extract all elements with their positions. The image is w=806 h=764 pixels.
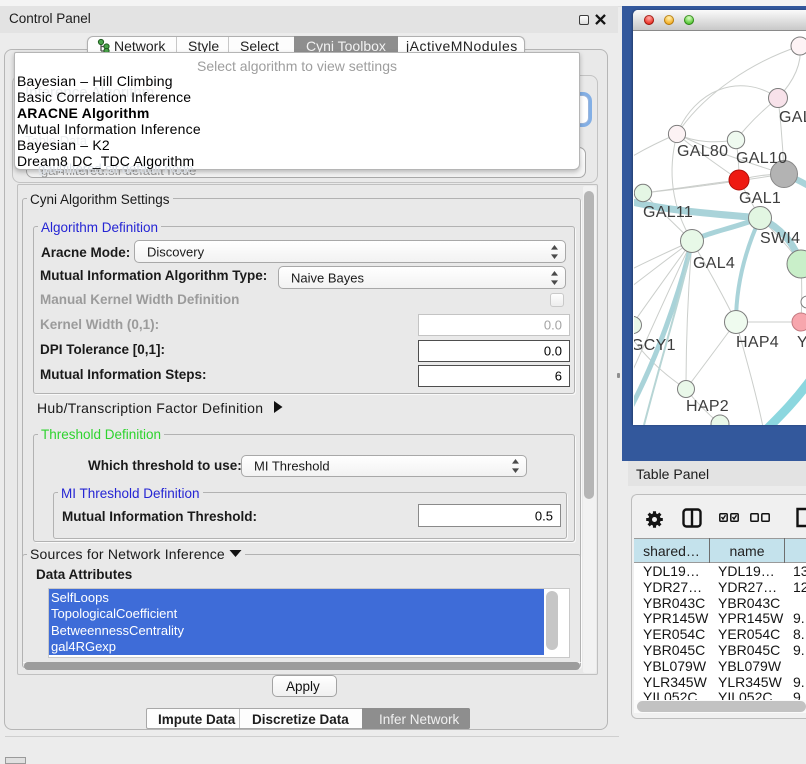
svg-text:HAP4: HAP4: [736, 334, 779, 351]
svg-text:GAL10: GAL10: [736, 150, 787, 167]
svg-text:GAL7: GAL7: [779, 109, 806, 126]
svg-text:GCY1: GCY1: [634, 337, 676, 354]
svg-text:GAL11: GAL11: [643, 204, 693, 221]
svg-text:GAL80: GAL80: [677, 143, 728, 160]
svg-text:GAL1: GAL1: [739, 190, 781, 207]
svg-text:Y: Y: [797, 334, 806, 351]
svg-text:HAP2: HAP2: [686, 398, 729, 415]
svg-text:GAL4: GAL4: [693, 255, 735, 272]
svg-text:SWI4: SWI4: [760, 230, 800, 247]
